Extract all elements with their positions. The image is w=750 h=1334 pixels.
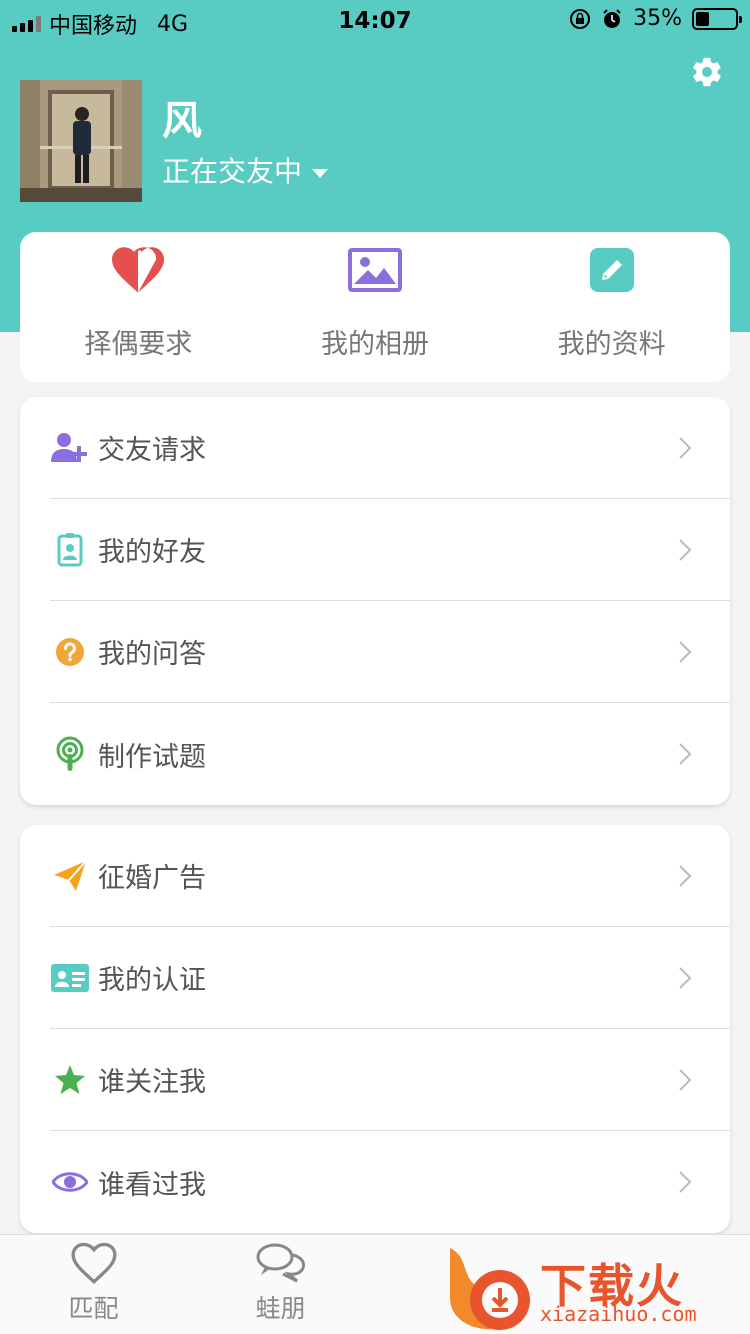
gear-icon[interactable] xyxy=(690,55,724,89)
eye-icon xyxy=(50,1162,90,1202)
battery-percent: 35% xyxy=(633,6,682,31)
quick-action-label: 我的相册 xyxy=(321,329,429,360)
chevron-right-icon xyxy=(679,865,692,887)
quick-action-my-profile[interactable]: 我的资料 xyxy=(493,232,730,382)
menu-item-label: 交友请求 xyxy=(98,435,206,466)
quick-action-partner-requirements[interactable]: 择偶要求 xyxy=(20,232,257,382)
tab-label: 蛙朋 xyxy=(255,1294,306,1323)
tab-label: 匹配 xyxy=(68,1294,119,1323)
menu-item-create-quiz[interactable]: 制作试题 xyxy=(50,703,730,805)
quick-action-label: 择偶要求 xyxy=(84,329,193,360)
dating-status-label: 正在交友中 xyxy=(162,155,303,188)
dating-status-dropdown[interactable]: 正在交友中 xyxy=(162,150,329,190)
menu-item-my-qa[interactable]: 我的问答 xyxy=(50,601,730,703)
chevron-right-icon xyxy=(679,743,692,765)
quick-action-my-album[interactable]: 我的相册 xyxy=(257,232,494,382)
menu-item-my-friends[interactable]: 我的好友 xyxy=(50,499,730,601)
add-user-icon xyxy=(50,428,90,468)
chevron-right-icon xyxy=(679,437,692,459)
heart-outline-icon xyxy=(70,1242,117,1285)
alarm-icon xyxy=(603,8,621,28)
menu-item-marriage-ad[interactable]: 征婚广告 xyxy=(50,825,730,927)
contact-badge-icon xyxy=(50,530,90,570)
edit-icon xyxy=(582,246,642,294)
menu-item-friend-requests[interactable]: 交友请求 xyxy=(50,397,730,499)
status-bar: 中国移动 4G 14:07 35% xyxy=(0,0,750,42)
menu-item-label: 征婚广告 xyxy=(98,863,206,894)
star-icon xyxy=(50,1060,90,1100)
battery-icon xyxy=(692,7,742,30)
watermark-url: xiazaihuo.com xyxy=(540,1302,697,1326)
chat-bubbles-icon xyxy=(256,1243,305,1283)
rotation-lock-icon xyxy=(570,8,591,29)
heart-icon xyxy=(108,246,168,294)
menu-item-who-follows-me[interactable]: 谁关注我 xyxy=(50,1029,730,1131)
podcast-icon xyxy=(50,734,90,774)
avatar[interactable] xyxy=(20,80,142,202)
id-card-icon xyxy=(50,958,90,998)
image-icon xyxy=(345,246,405,294)
chevron-right-icon xyxy=(679,1069,692,1091)
paper-plane-icon xyxy=(50,856,90,896)
menu-item-label: 制作试题 xyxy=(98,741,206,773)
chevron-right-icon xyxy=(679,641,692,663)
menu-item-label: 谁关注我 xyxy=(98,1067,206,1098)
menu-item-label: 我的好友 xyxy=(98,537,206,568)
menu-item-my-verification[interactable]: 我的认证 xyxy=(50,927,730,1029)
menu-card-social: 交友请求 我的好友 我的问答 制作试题 xyxy=(20,397,730,805)
tab-match[interactable]: 匹配 xyxy=(0,1235,187,1334)
question-icon xyxy=(50,632,90,672)
menu-item-label: 谁看过我 xyxy=(98,1169,206,1201)
tab-friends[interactable]: 蛙朋 xyxy=(187,1235,374,1334)
caret-down-icon xyxy=(312,168,329,178)
chevron-right-icon xyxy=(679,539,692,561)
menu-item-who-viewed-me[interactable]: 谁看过我 xyxy=(50,1131,730,1233)
chevron-right-icon xyxy=(679,1171,692,1193)
menu-item-label: 我的认证 xyxy=(98,965,206,996)
menu-card-services: 征婚广告 我的认证 谁关注我 谁看过我 xyxy=(20,825,730,1233)
quick-actions-card: 择偶要求 我的相册 我的资料 xyxy=(20,232,730,382)
profile-name: 风 xyxy=(162,98,202,144)
quick-action-label: 我的资料 xyxy=(557,329,666,360)
chevron-right-icon xyxy=(679,967,692,989)
menu-item-label: 我的问答 xyxy=(98,639,206,670)
